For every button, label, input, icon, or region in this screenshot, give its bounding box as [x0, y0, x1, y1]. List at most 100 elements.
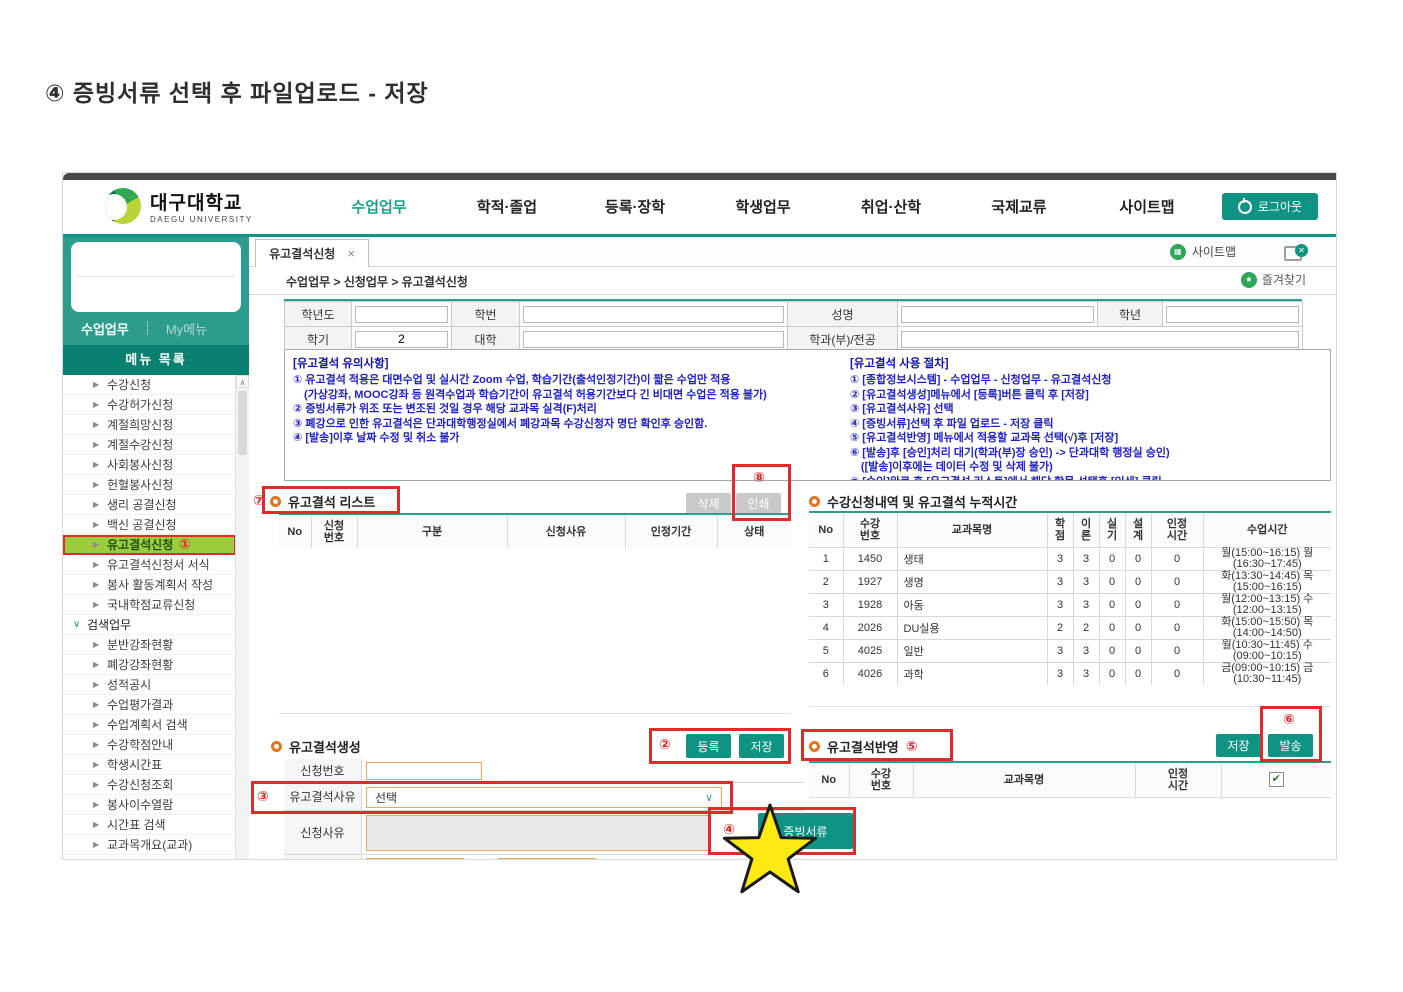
main-nav: 수업업무 학적·졸업 등록·장학 학생업무 취업·산학 국제교류 사이트맵 [315, 196, 1211, 217]
year-input[interactable] [355, 306, 448, 323]
sitemap-button[interactable]: ▦ 사이트맵 [1170, 243, 1236, 260]
menu-arrow-icon: ▶ [93, 440, 101, 449]
popup-window-icon[interactable]: ✕ [1284, 244, 1308, 259]
nav-item[interactable]: 학생업무 [699, 196, 827, 217]
name-input[interactable] [901, 306, 1094, 323]
sidebar-menu-item[interactable]: ▶ 사회봉사신청 [63, 455, 236, 475]
sidebar-menu-item[interactable]: ▶ 계절수강신청 [63, 435, 236, 455]
sidebar-menu-item[interactable]: ▶ 봉사이수열람 [63, 795, 236, 815]
notice-line: ④ [발송]이후 날짜 수정 및 취소 불가 [293, 431, 834, 446]
menu-item-label: 폐강강좌현황 [107, 656, 173, 673]
breadcrumb: 수업업무 > 신청업무 > 유고결석신청 [286, 273, 468, 290]
scroll-up-icon[interactable]: ∧ [236, 375, 249, 388]
menu-arrow-icon: ▶ [93, 760, 101, 769]
logout-button[interactable]: 로그아웃 [1222, 193, 1318, 220]
sidebar-menu-item[interactable]: ∨ 검색업무 [63, 615, 236, 635]
nav-item[interactable]: 사이트맵 [1083, 196, 1211, 217]
sidebar-menu-item[interactable]: ▶ 헌혈봉사신청 [63, 475, 236, 495]
send-button[interactable]: 발송 [1268, 734, 1313, 757]
sidebar-menu-item[interactable]: ▶ 수강허가신청 [63, 395, 236, 415]
attach-file-button[interactable]: 증빙서류 [758, 813, 853, 849]
sidebar-menu-item[interactable]: ▶ 시간표 검색 [63, 815, 236, 835]
college-input[interactable] [523, 331, 784, 348]
sidebar-menu-item[interactable]: ▶ 봉사 활동계획서 작성 [63, 575, 236, 595]
course-row: 4 2026 DU실용 2 2 0 0 0 화(15:00~15:50) 목(1… [809, 616, 1331, 639]
col-check: ✔ [1221, 763, 1331, 797]
field-label-college: 대학 [452, 327, 520, 352]
nav-item[interactable]: 수업업무 [315, 196, 443, 217]
nav-item[interactable]: 취업·산학 [827, 196, 955, 217]
sidebar-menu-item[interactable]: ▶ 수강신청 [63, 375, 236, 395]
menu-item-label: 생리 공결신청 [107, 496, 177, 513]
menu-arrow-icon: ▶ [93, 700, 101, 709]
select-all-checkbox[interactable]: ✔ [1269, 772, 1284, 787]
create-save-button[interactable]: 저장 [739, 734, 784, 758]
menu-arrow-icon: ▶ [93, 720, 101, 729]
sidebar-menu-item[interactable]: ▶ 수업평가결과 [63, 695, 236, 715]
right-separator [809, 706, 1331, 707]
sidebar-menu-item[interactable]: ▶ 국내학점교류신청 [63, 595, 236, 615]
logo-subtitle: DAEGU UNIVERSITY [150, 215, 253, 224]
field-label-major: 학과(부)/전공 [788, 327, 898, 352]
menu-arrow-icon: ▶ [93, 580, 101, 589]
menu-item-label: 교과목개요(교과) [107, 836, 192, 853]
sidebar-menu-item[interactable]: ▶ 성적공시 [63, 675, 236, 695]
nav-item[interactable]: 학적·졸업 [443, 196, 571, 217]
nav-item[interactable]: 등록·장학 [571, 196, 699, 217]
scrollbar-thumb[interactable] [238, 391, 247, 455]
section-bullet-icon [270, 496, 281, 507]
grade-input[interactable] [1166, 306, 1299, 323]
tab-yugo-absence[interactable]: 유고결석신청 × [255, 239, 369, 267]
sidebar-menu-item[interactable]: ▶ 폐강강좌현황 [63, 655, 236, 675]
sidebar-tab-lecture[interactable]: 수업업무 [63, 319, 147, 338]
sidebar-tab-mymenu[interactable]: My메뉴 [148, 319, 225, 338]
menu-arrow-icon: ▶ [93, 660, 101, 669]
sidebar-menu-item[interactable]: ▶ 유고결석신청서 서식 [63, 555, 236, 575]
register-button[interactable]: 등록 [686, 734, 731, 758]
apply-table: No 수강 번호 교과목명 인정 시간 ✔ [809, 763, 1331, 807]
courses-title: 수강신청내역 및 유고결석 누적시간 [809, 492, 1017, 511]
create-title: 유고결석생성 [271, 737, 361, 756]
sidebar-menu-item[interactable]: ▶ 분반강좌현황 [63, 635, 236, 655]
menu-item-label: 수강신청조회 [107, 776, 173, 793]
notice-line: ③ [유고결석사유] 선택 [850, 402, 1322, 417]
sidebar-menu-item[interactable]: ▶ 백신 공결신청 [63, 515, 236, 535]
tab-close-icon[interactable]: × [347, 246, 355, 261]
apply-save-button[interactable]: 저장 [1216, 734, 1261, 757]
sidebar-menu-item[interactable]: ▶ 유고결석신청 ① [63, 535, 236, 555]
course-row: 1 1450 생태 3 3 0 0 0 월(15:00~16:15) 월(16:… [809, 547, 1331, 570]
student-no-input[interactable] [523, 306, 784, 323]
period-end-input[interactable] [498, 858, 596, 860]
sidebar-menu-item[interactable]: ▶ 학생시간표 [63, 755, 236, 775]
menu-arrow-icon: ▶ [93, 540, 101, 549]
sidebar-user-card [71, 242, 241, 312]
sidebar-menu-item[interactable]: ▶ 수업계획서 검색 [63, 715, 236, 735]
nav-item[interactable]: 국제교류 [955, 196, 1083, 217]
sidebar-menu-item[interactable]: ▶ 교과목개요(교과) [63, 835, 236, 855]
favorite-button[interactable]: ★ 즐겨찾기 [1241, 271, 1306, 288]
notice-right-lines: ① [종합정보시스템] - 수업업무 - 신청업무 - 유고결석신청② [유고결… [850, 373, 1322, 481]
print-button[interactable]: 인쇄 [736, 493, 781, 514]
field-label-grade: 학년 [1098, 302, 1163, 327]
notice-left-title: [유고결석 유의사항] [293, 355, 834, 371]
menu-item-label: 계절희망신청 [107, 416, 173, 433]
sitemap-label: 사이트맵 [1192, 243, 1236, 260]
sidebar-menu-item[interactable]: ▶ 수강학점안내 [63, 735, 236, 755]
notice-line: ⑤ [유고결석반영] 메뉴에서 적용할 교과목 선택(√)후 [저장] [850, 431, 1322, 446]
sidebar-menu-item[interactable]: ▶ 계절희망신청 [63, 415, 236, 435]
period-start-input[interactable] [366, 858, 464, 860]
reason-textarea[interactable] [366, 815, 710, 851]
delete-button[interactable]: 삭제 [686, 493, 731, 514]
reason-select[interactable]: 선택 ∨ [366, 787, 722, 808]
menu-arrow-icon: ▶ [93, 500, 101, 509]
notice-line: ③ 폐강으로 인한 유고결석은 단과대학행정실에서 폐강과목 수강신청자 명단 … [293, 417, 834, 432]
major-input[interactable] [901, 331, 1299, 348]
app-no-input[interactable] [366, 762, 482, 780]
semester-input[interactable] [355, 331, 448, 348]
menu-item-label: 국내학점교류신청 [107, 596, 195, 613]
period-separator: ~ [477, 858, 484, 860]
notice-line: ② 증빙서류가 위조 또는 변조된 것일 경우 해당 교과목 실격(F)처리 [293, 402, 834, 417]
sidebar-menu-item[interactable]: ▶ 생리 공결신청 [63, 495, 236, 515]
sidebar-scrollbar[interactable]: ∧ [235, 375, 249, 859]
sidebar-menu-item[interactable]: ▶ 수강신청조회 [63, 775, 236, 795]
